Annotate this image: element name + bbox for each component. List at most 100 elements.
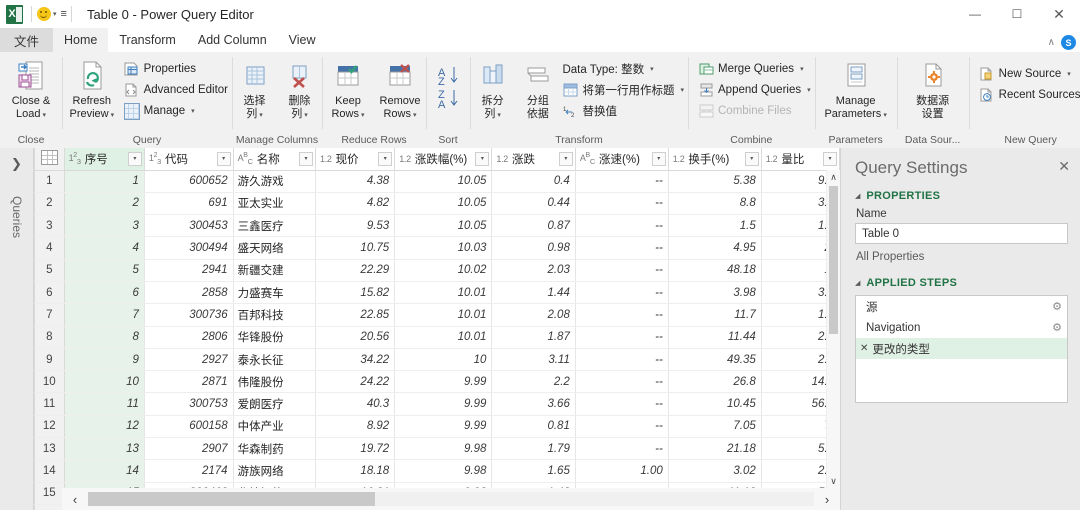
cell-1[interactable]: 2858: [144, 281, 234, 305]
cell-7[interactable]: 21.18: [668, 437, 762, 461]
cell-2[interactable]: 百邦科技: [233, 303, 316, 327]
cell-0[interactable]: 12: [64, 415, 145, 439]
cell-3[interactable]: 34.22: [315, 348, 396, 372]
cell-2[interactable]: 中体产业: [233, 415, 316, 439]
table-row[interactable]: 13132907华森制药19.729.981.79--21.185.3: [34, 437, 840, 461]
column-filter-button[interactable]: ▾: [216, 151, 231, 166]
table-row[interactable]: 77300736百邦科技22.8510.012.08--11.71.6: [34, 303, 840, 327]
cell-7[interactable]: 11.7: [668, 303, 762, 327]
cell-5[interactable]: 0.87: [491, 214, 576, 238]
table-row[interactable]: 1212600158中体产业8.929.990.81--7.057.: [34, 415, 840, 439]
recent-sources-button[interactable]: Recent Sources ▾: [977, 86, 1080, 104]
cell-0[interactable]: 4: [64, 236, 145, 260]
column-filter-button[interactable]: ▾: [298, 151, 313, 166]
cell-7[interactable]: 10.45: [668, 392, 762, 416]
applied-step-2[interactable]: ✕ 更改的类型: [856, 338, 1067, 359]
cell-4[interactable]: 9.99: [394, 370, 493, 394]
applied-steps-section-header[interactable]: ◢ APPLIED STEPS: [855, 277, 1068, 289]
cell-3[interactable]: 19.72: [315, 437, 396, 461]
cell-5[interactable]: 2.08: [491, 303, 576, 327]
cell-7[interactable]: 3.02: [668, 459, 762, 483]
column-filter-button[interactable]: ▾: [127, 151, 142, 166]
table-row[interactable]: 22691亚太实业4.8210.050.44--8.83.1: [34, 192, 840, 216]
table-row[interactable]: 11 11 300753 爱朗医疗 40.3 9.99 3.66 -- 10.45 56.8: [34, 392, 840, 416]
cell-7[interactable]: 26.8: [668, 370, 762, 394]
cell-0[interactable]: 5: [64, 259, 145, 282]
cell-4[interactable]: 9.98: [394, 437, 493, 461]
cell-7[interactable]: 11.44: [668, 326, 762, 349]
cell-1[interactable]: 300736: [144, 303, 234, 327]
cell-3[interactable]: 15.82: [315, 281, 396, 305]
cell-4[interactable]: 9.98: [394, 459, 493, 483]
qat-overflow-icon[interactable]: ≡: [61, 8, 68, 20]
cell-5[interactable]: 0.81: [491, 415, 576, 439]
gear-icon[interactable]: ⚙: [1052, 300, 1062, 313]
cell-5[interactable]: 2.03: [491, 259, 576, 282]
cell-0[interactable]: 6: [64, 281, 145, 305]
applied-step-0[interactable]: 源 ⚙: [856, 296, 1067, 317]
cell-0[interactable]: 3: [64, 214, 145, 238]
cell-1[interactable]: 300753: [144, 392, 234, 416]
cell-2[interactable]: 盛天网络: [233, 236, 316, 260]
advanced-editor-button[interactable]: Advanced Editor: [122, 81, 232, 99]
cell-4[interactable]: 10.05: [394, 214, 493, 238]
close-query-settings-icon[interactable]: ✕: [1058, 158, 1070, 175]
cell-1[interactable]: 691: [144, 192, 234, 216]
cell-2[interactable]: 泰永长征: [233, 348, 316, 372]
column-filter-button[interactable]: ▾: [558, 151, 573, 166]
close-button[interactable]: ✕: [1038, 0, 1080, 28]
cell-1[interactable]: 2941: [144, 259, 234, 282]
cell-1[interactable]: 300453: [144, 214, 234, 238]
cell-3[interactable]: 8.92: [315, 415, 396, 439]
cell-6[interactable]: --: [575, 415, 669, 439]
cell-1[interactable]: 2806: [144, 326, 234, 349]
cell-3[interactable]: 22.85: [315, 303, 396, 327]
cell-7[interactable]: 3.98: [668, 281, 762, 305]
tab-add-column[interactable]: Add Column: [187, 28, 278, 52]
use-first-row-as-headers-button[interactable]: 将第一行用作标题 ▾: [560, 81, 688, 99]
cell-2[interactable]: 游久游戏: [233, 170, 316, 193]
cell-5[interactable]: 3.66: [491, 392, 576, 416]
column-header-6[interactable]: ABC 涨速(%) ▾: [575, 148, 669, 171]
cell-6[interactable]: --: [575, 192, 669, 216]
cell-3[interactable]: 4.38: [315, 170, 396, 193]
smiley-icon[interactable]: [37, 7, 51, 21]
cell-6[interactable]: --: [575, 348, 669, 372]
vertical-scroll-thumb[interactable]: [829, 186, 838, 334]
cell-7[interactable]: 8.8: [668, 192, 762, 216]
cell-4[interactable]: 10.02: [394, 259, 493, 282]
cell-0[interactable]: 2: [64, 192, 145, 216]
cell-4[interactable]: 10.01: [394, 281, 493, 305]
cell-0[interactable]: 9: [64, 348, 145, 372]
tab-home[interactable]: Home: [53, 28, 109, 52]
cell-5[interactable]: 1.44: [491, 281, 576, 305]
cell-3[interactable]: 18.18: [315, 459, 396, 483]
cell-6[interactable]: --: [575, 392, 669, 416]
column-filter-button[interactable]: ▾: [378, 151, 393, 166]
account-avatar[interactable]: S: [1061, 35, 1076, 50]
new-source-button[interactable]: New Source ▾: [977, 65, 1080, 83]
cell-6[interactable]: --: [575, 326, 669, 349]
cell-2[interactable]: 力盛赛车: [233, 281, 316, 305]
manage-button[interactable]: Manage ▾: [122, 102, 232, 120]
column-header-2[interactable]: ABC 名称 ▾: [233, 148, 316, 171]
horizontal-scrollbar[interactable]: ‹ ›: [62, 488, 840, 510]
cell-2[interactable]: 华森制药: [233, 437, 316, 461]
collapse-ribbon-icon[interactable]: ∧: [1048, 37, 1055, 48]
cell-6[interactable]: --: [575, 281, 669, 305]
cell-7[interactable]: 5.38: [668, 170, 762, 193]
cell-4[interactable]: 10.03: [394, 236, 493, 260]
cell-2[interactable]: 游族网络: [233, 459, 316, 483]
expand-queries-icon[interactable]: ❯: [11, 156, 22, 172]
column-header-0[interactable]: 123 序号 ▾: [64, 148, 145, 171]
column-header-1[interactable]: 123 代码 ▾: [144, 148, 234, 171]
tab-view[interactable]: View: [278, 28, 327, 52]
cell-1[interactable]: 2174: [144, 459, 234, 483]
cell-0[interactable]: 7: [64, 303, 145, 327]
tab-file[interactable]: 文件: [0, 28, 54, 52]
cell-4[interactable]: 9.99: [394, 392, 493, 416]
query-name-input[interactable]: Table 0: [855, 223, 1068, 244]
cell-3[interactable]: 22.29: [315, 259, 396, 282]
cell-7[interactable]: 7.05: [668, 415, 762, 439]
cell-0[interactable]: 14: [64, 459, 145, 483]
